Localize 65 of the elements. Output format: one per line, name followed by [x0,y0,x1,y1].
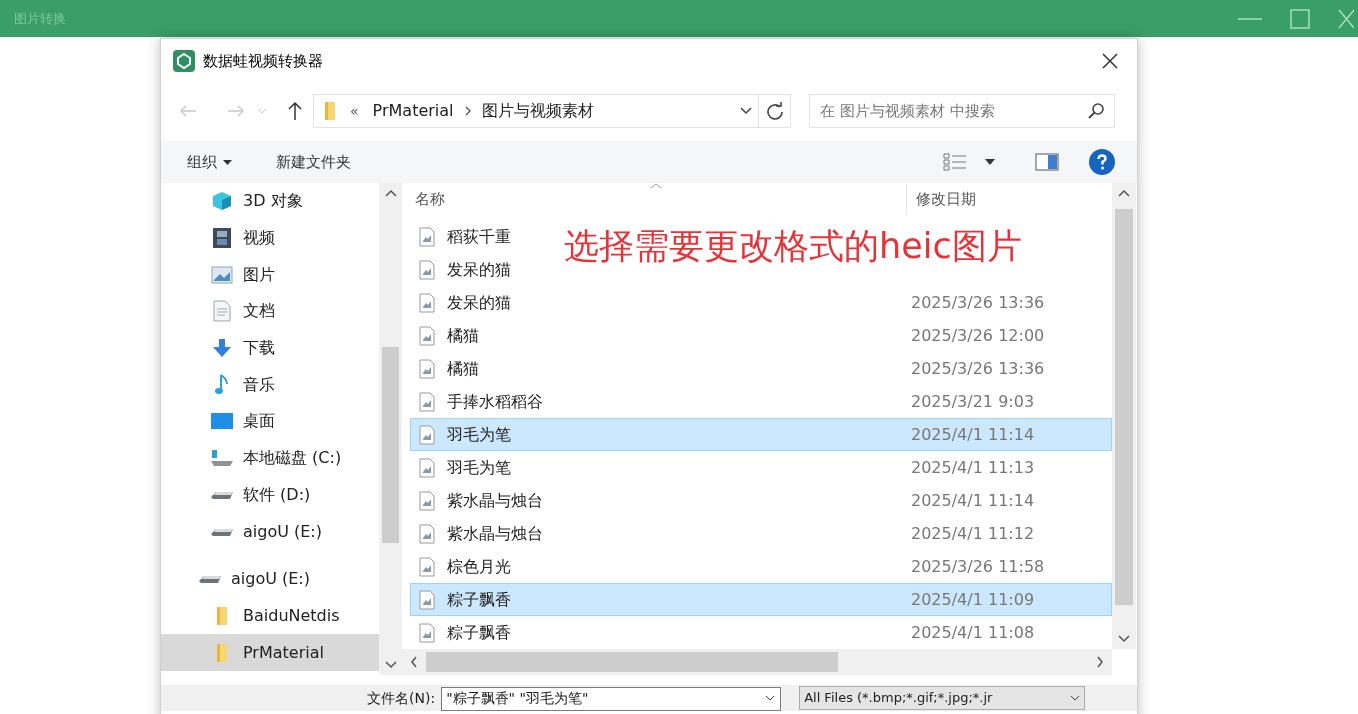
annotation-text: 选择需要更改格式的heic图片 [564,226,1024,266]
file-name: 羽毛为笔 [447,457,511,477]
file-row[interactable]: 棕色月光 2025/3/26 11:58 [410,550,1112,583]
organize-button[interactable]: 组织 [187,150,232,174]
dialog-title: 数据蛙视频转换器 [203,50,323,72]
file-row[interactable]: 粽子飘香 2025/4/1 11:08 [410,616,1112,649]
nav-item[interactable]: 3D 对象 [161,183,379,220]
file-name: 橘猫 [447,358,479,378]
nav-item[interactable]: aigoU (E:) [161,560,379,598]
search-field[interactable]: 在 图片与视频素材 中搜索 [809,94,1115,128]
file-date: 2025/3/26 13:36 [911,357,1045,380]
file-date: 2025/4/1 11:14 [911,489,1035,512]
file-name: 粽子飘香 [447,622,511,642]
nav-item[interactable]: 软件 (D:) [161,476,379,514]
file-row[interactable]: 发呆的猫 2025/3/26 13:36 [410,286,1112,319]
overflow-chevron[interactable]: « [350,100,359,122]
file-type-dropdown[interactable]: All Files (*.bmp;*.gif;*.jpg;*.jr [799,686,1086,710]
file-name: 橘猫 [447,325,479,345]
file-date: 2025/4/1 11:09 [911,588,1035,611]
file-date: 2025/4/1 11:14 [911,423,1035,446]
file-name: 棕色月光 [447,556,511,576]
column-header[interactable]: 修改日期 [907,184,976,214]
file-date: 2025/4/1 11:12 [911,522,1035,545]
file-name: 稻荻千重 [447,225,511,248]
file-row[interactable]: 发呆的猫 [410,253,518,286]
nav-item[interactable]: 桌面 [161,403,379,440]
column-header[interactable]: 名称 [410,184,906,214]
nav-item[interactable]: aigoU (E:) [161,513,379,550]
file-name: 发呆的猫 [447,292,511,312]
nav-item[interactable]: 图片 [161,256,379,294]
file-date: 2025/4/1 11:13 [911,456,1035,479]
nav-item[interactable]: 音乐 [161,366,379,404]
file-date: 2025/3/26 12:00 [911,324,1045,347]
file-name: 手捧水稻稻谷 [447,391,543,411]
file-row[interactable]: 羽毛为笔 2025/4/1 11:13 [410,451,1112,484]
file-row[interactable]: 羽毛为笔 2025/4/1 11:14 [410,418,1112,451]
file-row[interactable]: 紫水晶与烛台 2025/4/1 11:12 [410,517,1112,550]
file-name: 羽毛为笔 [447,424,511,444]
file-row[interactable]: 稻荻千重 [410,220,518,253]
nav-item[interactable]: 视频 [161,219,379,257]
file-row[interactable]: 粽子飘香 2025/4/1 11:09 [410,583,1112,616]
nav-item[interactable]: 本地磁盘 (C:) [161,439,379,477]
file-name-field[interactable]: "粽子飘香" "羽毛为笔" [441,687,782,711]
file-row[interactable]: 橘猫 2025/3/26 12:00 [410,319,1112,352]
file-date: 2025/4/1 11:08 [911,621,1035,644]
file-row[interactable]: 紫水晶与烛台 2025/4/1 11:14 [410,484,1112,517]
file-date: 2025/3/21 9:03 [911,390,1035,413]
app-title: 图片转换 [14,9,66,28]
file-name: 发呆的猫 [447,258,511,281]
file-name: 紫水晶与烛台 [447,490,543,510]
nav-item[interactable]: PrMaterial [161,634,379,671]
file-date: 2025/3/26 11:58 [911,555,1045,578]
nav-item[interactable]: 文档 [161,293,379,330]
address-bar[interactable]: « PrMaterial 图片与视频素材 [313,94,759,128]
breadcrumb[interactable]: 图片与视频素材 [481,99,594,123]
nav-item[interactable]: BaiduNetdis [161,597,379,635]
nav-item[interactable]: 下载 [161,329,379,367]
file-name: 粽子飘香 [447,589,511,609]
file-row[interactable]: 手捧水稻稻谷 2025/3/21 9:03 [410,385,1112,418]
file-name-label: 文件名(N): [367,688,436,708]
file-row[interactable]: 橘猫 2025/3/26 13:36 [410,352,1112,385]
file-name: 紫水晶与烛台 [447,523,543,543]
new-folder-button[interactable]: 新建文件夹 [276,150,351,174]
file-date: 2025/3/26 13:36 [911,291,1045,314]
breadcrumb[interactable]: PrMaterial [372,99,454,123]
